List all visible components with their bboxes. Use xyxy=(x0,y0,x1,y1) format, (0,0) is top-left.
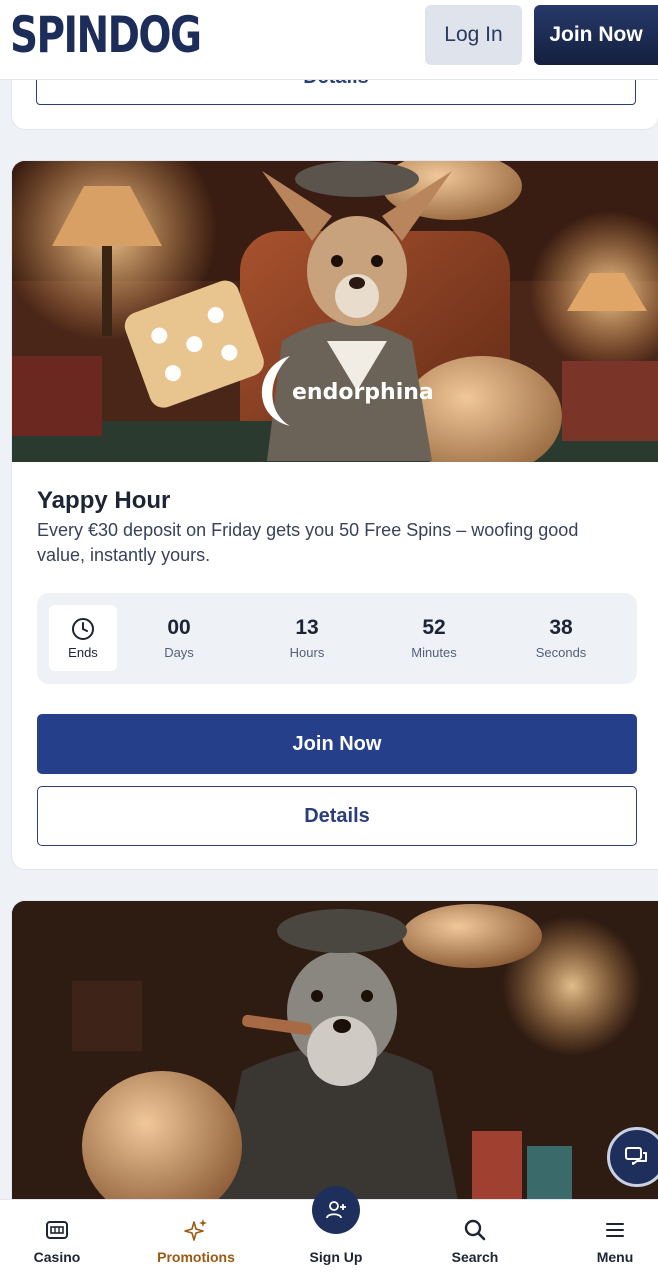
nav-promotions[interactable]: Promotions xyxy=(141,1200,251,1275)
nav-menu[interactable]: Menu xyxy=(560,1200,658,1275)
slot-machine-icon xyxy=(46,1221,68,1239)
next-promo-artwork xyxy=(12,901,658,1219)
join-now-button[interactable]: Join Now xyxy=(37,714,637,774)
top-header: SPINDOG Log In Join Now xyxy=(0,0,658,80)
nav-casino-label: Casino xyxy=(33,1249,81,1265)
clock-icon xyxy=(72,617,94,640)
nav-menu-label: Menu xyxy=(596,1249,634,1265)
ends-label: Ends xyxy=(68,644,98,660)
days-value: 00 xyxy=(167,616,191,639)
nav-search-label: Search xyxy=(451,1249,499,1265)
live-chat-button[interactable] xyxy=(607,1127,658,1187)
endorphina-logo-text: endorphina xyxy=(292,380,434,405)
seconds-value: 38 xyxy=(549,616,573,639)
countdown-hours: 13 Hours xyxy=(257,615,357,660)
countdown-minutes: 52 Minutes xyxy=(384,615,484,660)
spindog-logo[interactable]: SPINDOG xyxy=(10,6,202,64)
minutes-value: 52 xyxy=(422,616,446,639)
promo-title: Yappy Hour xyxy=(37,487,171,514)
sparkles-icon xyxy=(184,1219,207,1241)
search-icon xyxy=(464,1219,486,1241)
ends-box: Ends xyxy=(49,605,117,671)
countdown-seconds: 38 Seconds xyxy=(511,615,611,660)
nav-signup-label: Sign Up xyxy=(309,1249,363,1265)
next-promo-card-image[interactable] xyxy=(11,900,658,1220)
promo-countdown: Ends 00 Days 13 Hours 52 Minutes 38 Seco… xyxy=(37,593,637,684)
promo-description: Every €30 deposit on Friday gets you 50 … xyxy=(37,520,579,565)
chat-icon xyxy=(625,1147,647,1165)
details-button[interactable]: Details xyxy=(37,786,637,846)
seconds-label: Seconds xyxy=(535,645,587,660)
promo-card-yappy-hour: endorphina Yappy Hour Every €30 deposit … xyxy=(11,160,658,870)
nav-casino[interactable]: Casino xyxy=(2,1200,112,1275)
nav-search[interactable]: Search xyxy=(420,1200,530,1275)
nav-promotions-label: Promotions xyxy=(157,1249,235,1265)
hours-value: 13 xyxy=(295,616,319,639)
minutes-label: Minutes xyxy=(411,645,457,660)
signup-circle-button[interactable] xyxy=(312,1186,360,1234)
join-now-header-button[interactable]: Join Now xyxy=(534,5,658,65)
hours-label: Hours xyxy=(289,645,325,660)
add-user-icon xyxy=(326,1201,346,1219)
promo-image[interactable]: endorphina xyxy=(12,161,658,462)
days-label: Days xyxy=(164,645,194,660)
promo-artwork: endorphina xyxy=(12,161,658,462)
countdown-days: 00 Days xyxy=(129,615,229,660)
hamburger-menu-icon xyxy=(606,1223,624,1237)
login-button[interactable]: Log In xyxy=(425,5,522,65)
